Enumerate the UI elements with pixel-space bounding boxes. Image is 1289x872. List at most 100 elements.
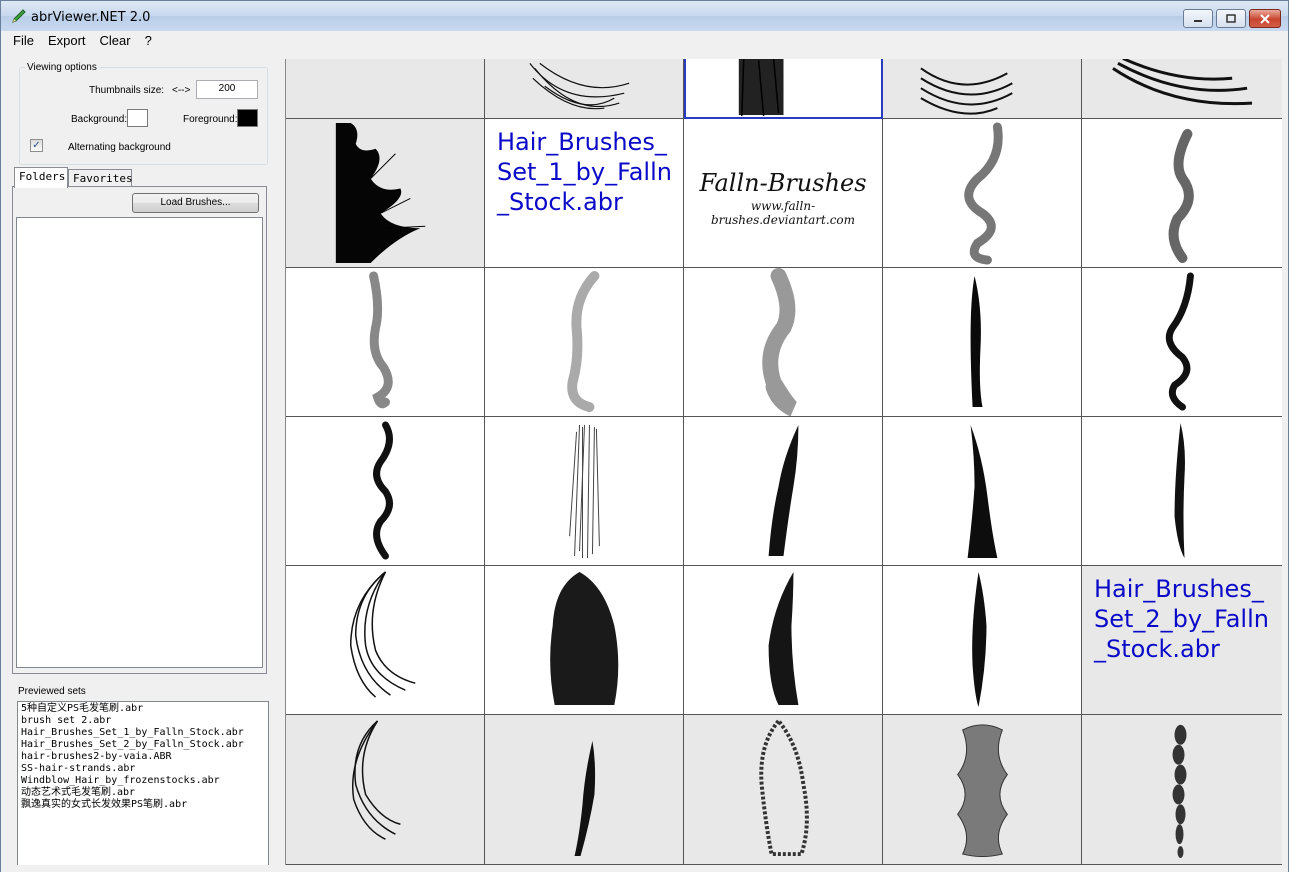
brush-set-name: Hair_Brushes_Set_2_by_Falln_Stock.abr — [1094, 575, 1269, 663]
app-window: abrViewer.NET 2.0 File Export Clear ? Vi… — [0, 0, 1289, 872]
thumbnails-size-input[interactable]: 200 — [196, 80, 258, 99]
brush-thumbnail[interactable] — [684, 715, 883, 865]
signature-url: www.falln-brushes.deviantart.com — [710, 199, 856, 227]
list-item[interactable]: SS-hair-strands.abr — [21, 763, 265, 775]
thumbnail-row — [286, 59, 1282, 119]
brush-thumbnail[interactable] — [883, 119, 1082, 268]
thumbnails-size-label: Thumbnails size: — [89, 85, 165, 96]
brush-thumbnail[interactable] — [1082, 268, 1282, 417]
window-title: abrViewer.NET 2.0 — [31, 10, 151, 25]
tab-folders[interactable]: Folders — [14, 167, 68, 188]
brush-thumbnail[interactable]: Falln-Brushes www.falln-brushes.devianta… — [684, 119, 883, 268]
hair-brush-preview — [373, 421, 393, 560]
thumbnail-row: Hair_Brushes_Set_2_by_Falln_Stock.abr — [286, 566, 1282, 715]
close-button[interactable] — [1249, 9, 1281, 28]
menu-bar: File Export Clear ? — [1, 31, 1288, 51]
folders-list[interactable] — [16, 217, 263, 668]
brush-thumbnail[interactable] — [883, 268, 1082, 417]
maximize-icon — [1226, 13, 1236, 23]
checkmark-icon: ✓ — [32, 140, 41, 151]
background-color-swatch[interactable] — [127, 109, 148, 127]
load-brushes-button[interactable]: Load Brushes... — [132, 193, 259, 213]
minimize-icon — [1194, 19, 1202, 22]
menu-export[interactable]: Export — [41, 31, 93, 51]
brush-thumbnail[interactable] — [684, 268, 883, 417]
list-item[interactable]: hair-brushes2-by-vaia.ABR — [21, 751, 265, 763]
minimize-button[interactable] — [1183, 9, 1213, 28]
brush-thumbnail[interactable] — [883, 59, 1082, 119]
list-item[interactable]: Hair_Brushes_Set_2_by_Falln_Stock.abr — [21, 739, 265, 751]
brush-thumbnail[interactable] — [1082, 417, 1282, 566]
menu-clear[interactable]: Clear — [93, 31, 138, 51]
brush-thumbnail[interactable] — [286, 59, 485, 119]
brush-thumbnail[interactable] — [286, 119, 485, 268]
tab-favorites[interactable]: Favorites — [68, 169, 133, 187]
hair-brush-preview — [1168, 128, 1194, 264]
brush-thumbnail[interactable] — [485, 59, 684, 119]
viewing-options-title: Viewing options — [25, 62, 99, 73]
hair-brush-preview — [1174, 422, 1185, 559]
hair-brush-preview — [762, 268, 798, 416]
brush-thumbnail[interactable] — [485, 417, 684, 566]
hair-brush-preview — [768, 571, 799, 706]
list-item[interactable]: Windblow_Hair_by_frozenstocks.abr — [21, 775, 265, 787]
pencil-brush-icon — [12, 9, 26, 23]
resize-arrows-label: <--> — [172, 85, 191, 96]
brush-thumbnail[interactable] — [1082, 715, 1282, 865]
brush-thumbnail[interactable] — [286, 417, 485, 566]
brush-thumbnail[interactable] — [883, 417, 1082, 566]
list-item[interactable]: 动态艺术式毛发笔刷.abr — [21, 787, 265, 799]
list-item[interactable]: Hair_Brushes_Set_1_by_Falln_Stock.abr — [21, 727, 265, 739]
hair-brush-preview — [349, 571, 416, 698]
hair-brush-preview — [567, 270, 600, 413]
foreground-color-swatch[interactable] — [237, 109, 258, 127]
brush-thumbnail[interactable] — [286, 566, 485, 715]
brush-set-header[interactable]: Hair_Brushes_Set_2_by_Falln_Stock.abr — [1082, 566, 1282, 715]
brush-set-header[interactable]: Hair_Brushes_Set_1_by_Falln_Stock.abr — [485, 119, 684, 268]
title-bar[interactable]: abrViewer.NET 2.0 — [1, 1, 1288, 31]
thumbnail-row — [286, 268, 1282, 417]
hair-brush-preview — [1112, 59, 1253, 106]
hair-brush-preview — [738, 59, 784, 117]
folders-panel: Load Brushes... — [12, 186, 267, 674]
hair-brush-preview — [369, 271, 393, 409]
hair-brush-preview — [768, 424, 799, 557]
previewed-sets-list[interactable]: 5种自定义PS毛发笔刷.abr brush set 2.abr Hair_Bru… — [17, 701, 269, 867]
maximize-button[interactable] — [1216, 9, 1246, 28]
brush-thumbnail[interactable] — [286, 268, 485, 417]
brush-thumbnail[interactable] — [684, 566, 883, 715]
hair-brush-preview — [972, 571, 987, 708]
brush-thumbnail[interactable] — [1082, 119, 1282, 268]
brush-thumbnail[interactable] — [286, 715, 485, 865]
list-item[interactable]: 飘逸真实的女式长发效果PS笔刷.abr — [21, 799, 265, 811]
thumbnail-row: Hair_Brushes_Set_1_by_Falln_Stock.abr Fa… — [286, 119, 1282, 268]
hair-brush-preview — [920, 67, 1013, 115]
menu-help[interactable]: ? — [138, 31, 159, 51]
brush-thumbnail[interactable] — [1082, 59, 1282, 119]
list-item[interactable]: brush set 2.abr — [21, 715, 265, 727]
hair-brush-preview — [569, 424, 600, 559]
brush-thumbnail[interactable] — [485, 566, 684, 715]
close-icon — [1260, 13, 1270, 24]
hair-brush-preview — [574, 740, 596, 857]
list-item[interactable]: 5种自定义PS毛发笔刷.abr — [21, 703, 265, 715]
brush-thumbnail-grid[interactable]: Hair_Brushes_Set_1_by_Falln_Stock.abr Fa… — [285, 59, 1282, 865]
hair-brush-preview — [964, 122, 1003, 265]
menu-file[interactable]: File — [6, 31, 41, 51]
alternating-background-checkbox[interactable]: ✓ — [30, 139, 43, 152]
brush-thumbnail[interactable] — [883, 715, 1082, 865]
hair-brush-preview — [957, 724, 1008, 858]
grid-right-edge — [1282, 59, 1288, 865]
hair-brush-preview — [335, 122, 426, 264]
brush-thumbnail[interactable] — [684, 417, 883, 566]
foreground-label: Foreground: — [183, 114, 238, 125]
background-label: Background: — [71, 114, 128, 125]
alternating-background-label: Alternating background — [68, 142, 171, 153]
brush-thumbnail[interactable] — [883, 566, 1082, 715]
hair-brush-preview — [1172, 724, 1187, 859]
brush-thumbnail[interactable] — [485, 715, 684, 865]
brush-thumbnail[interactable] — [485, 268, 684, 417]
brush-thumbnail-selected[interactable] — [684, 59, 883, 119]
left-panel: Viewing options Thumbnails size: <--> 20… — [1, 51, 283, 871]
hair-brush-preview — [970, 275, 983, 408]
